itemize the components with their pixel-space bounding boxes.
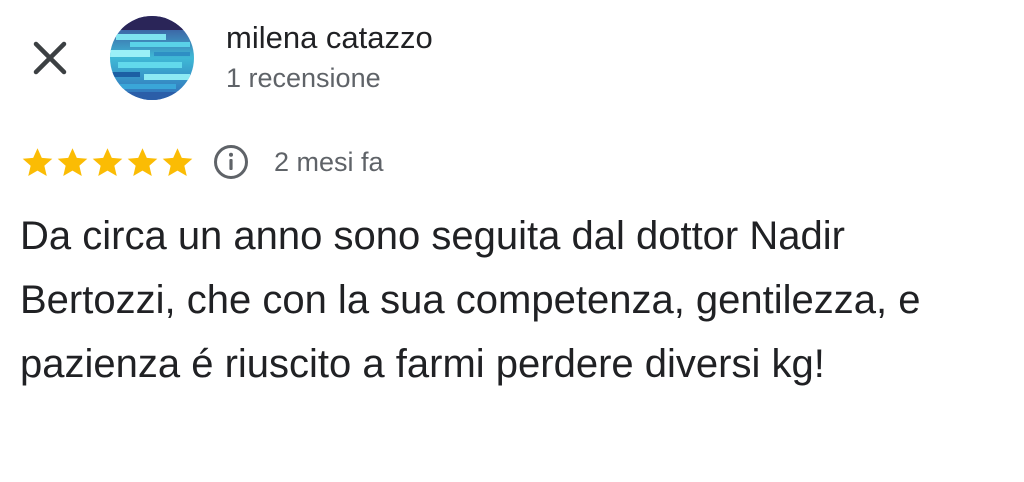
star-rating (20, 145, 195, 180)
star-icon (22, 147, 53, 176)
review-date: 2 mesi fa (274, 147, 384, 177)
review-text: Da circa un anno sono seguita dal dottor… (20, 214, 921, 386)
close-icon (30, 38, 70, 83)
star-icon (127, 147, 158, 176)
info-icon[interactable] (213, 144, 249, 180)
avatar[interactable] (110, 16, 194, 100)
reviewer-review-count: 1 recensione (226, 63, 381, 93)
reviewer-name[interactable]: milena catazzo (226, 18, 433, 58)
rating-row: 2 mesi fa (20, 140, 384, 184)
close-button[interactable] (26, 36, 74, 84)
star-icon (92, 147, 123, 176)
star-icon (162, 147, 193, 176)
star-icon (57, 147, 88, 176)
